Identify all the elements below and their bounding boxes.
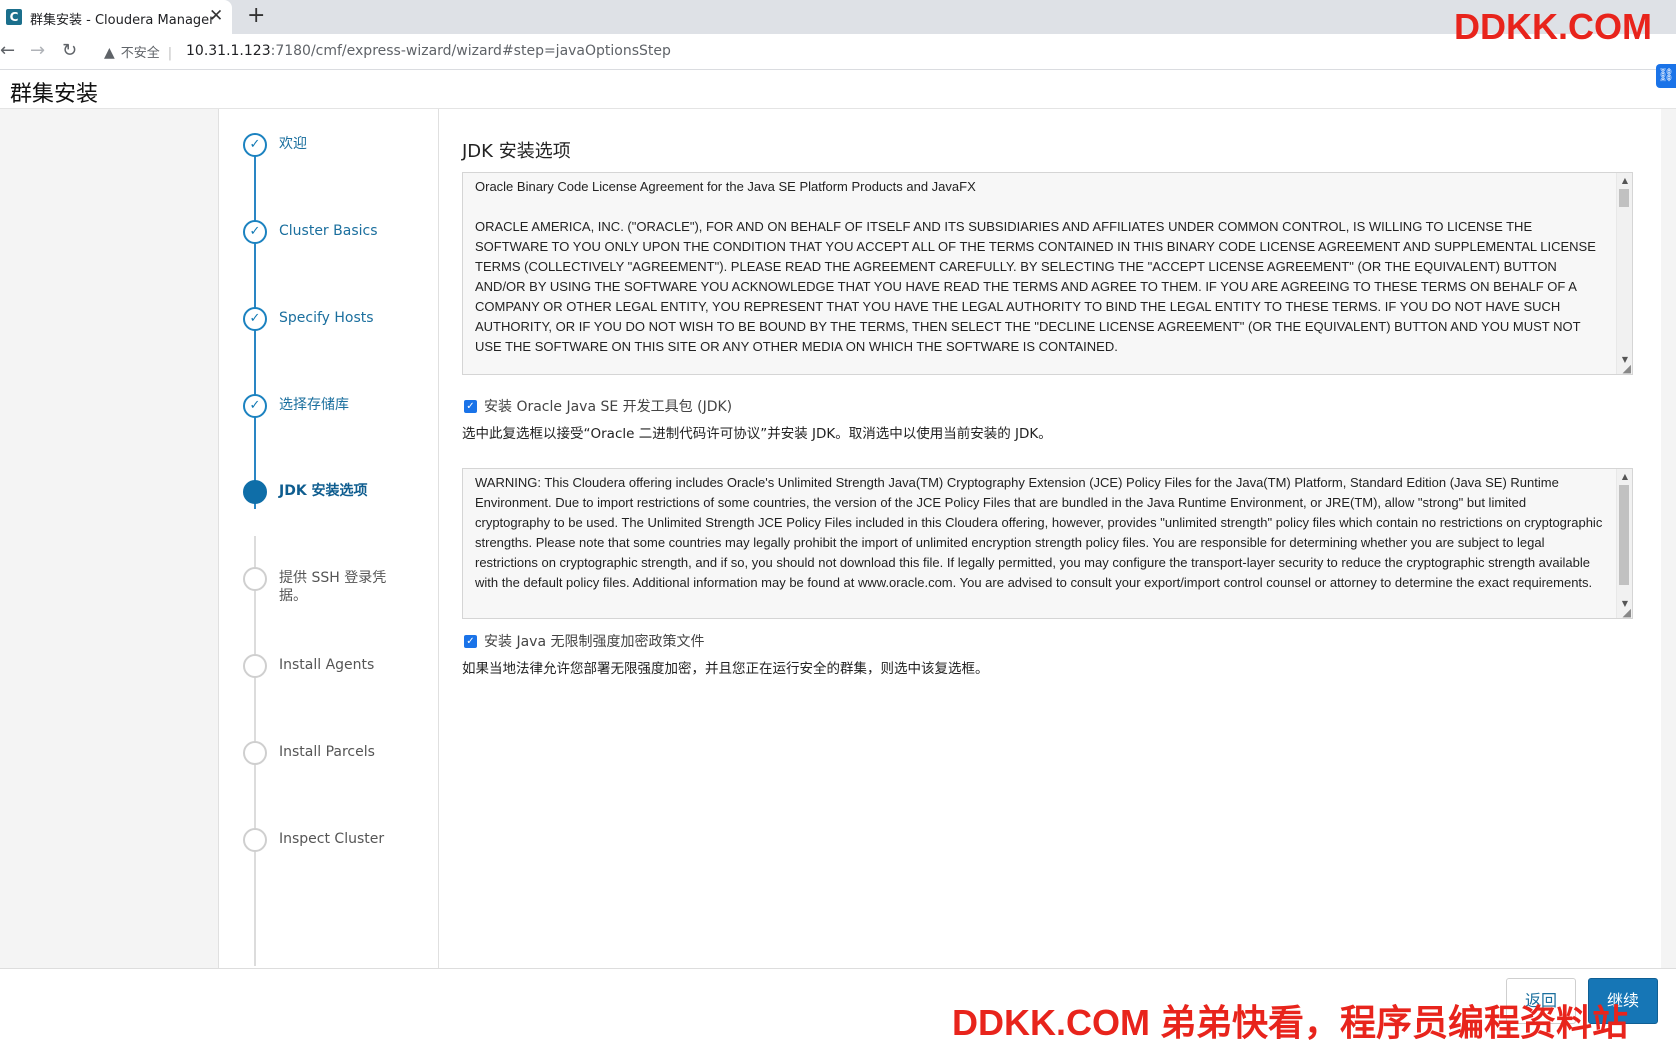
step-cluster-basics[interactable]: ✓ Cluster Basics (219, 220, 439, 260)
step-label: Inspect Cluster (279, 831, 385, 847)
main-content: JDK 安装选项 Oracle Binary Code License Agre… (439, 109, 1661, 969)
step-label: 欢迎 (279, 136, 307, 152)
scroll-up-icon[interactable]: ▲ (1622, 472, 1628, 481)
step-install-agents[interactable]: Install Agents (219, 654, 439, 694)
jce-help-text: 如果当地法律允许您部署无限强度加密，并且您正在运行安全的群集，则选中该复选框。 (462, 661, 989, 677)
step-label: Cluster Basics (279, 223, 378, 239)
jdk-help-text: 选中此复选框以接受“Oracle 二进制代码许可协议”并安装 JDK。取消选中以… (462, 426, 1052, 442)
jce-text: WARNING: This Cloudera offering includes… (475, 475, 1606, 590)
scroll-thumb[interactable] (1619, 485, 1629, 585)
new-tab-icon[interactable]: + (247, 3, 265, 28)
scrollbar[interactable]: ▲ ▼ (1616, 469, 1632, 618)
license-text: Oracle Binary Code License Agreement for… (475, 179, 1596, 354)
pending-step-icon (243, 567, 267, 591)
jce-textarea[interactable]: WARNING: This Cloudera offering includes… (462, 468, 1633, 619)
step-label: JDK 安装选项 (279, 483, 368, 499)
back-arrow-icon[interactable]: ← (0, 40, 15, 61)
step-label: Specify Hosts (279, 310, 374, 326)
divider: | (167, 46, 173, 61)
step-ssh-credentials[interactable]: 提供 SSH 登录凭据。 (219, 567, 439, 607)
check-icon: ✓ (243, 307, 267, 331)
url-path: :7180/cmf/express-wizard/wizard#step=jav… (270, 43, 671, 59)
url-host: 10.31.1.123 (186, 43, 271, 59)
left-gutter (0, 109, 218, 969)
browser-tab[interactable]: C 群集安装 - Cloudera Manager ✕ (0, 0, 232, 34)
jdk-install-checkbox-row[interactable]: ✓ 安装 Oracle Java SE 开发工具包 (JDK) (464, 396, 732, 416)
page-title: 群集安装 (10, 82, 99, 107)
pending-step-icon (243, 741, 267, 765)
forward-arrow-icon[interactable]: → (30, 40, 45, 61)
scroll-up-icon[interactable]: ▲ (1622, 176, 1628, 185)
step-select-repository[interactable]: ✓ 选择存储库 (219, 394, 439, 434)
check-icon: ✓ (243, 133, 267, 157)
wizard-steps: ✓ 欢迎 ✓ Cluster Basics ✓ Specify Hosts ✓ … (218, 109, 439, 969)
footer-divider (0, 968, 1676, 969)
browser-toolbar: ← → ↻ ▲ 不安全 | 10.31.1.123:7180/cmf/express… (0, 34, 1676, 70)
pending-step-icon (243, 828, 267, 852)
right-gutter (1661, 109, 1676, 969)
check-icon: ✓ (243, 220, 267, 244)
license-textarea[interactable]: Oracle Binary Code License Agreement for… (462, 172, 1633, 375)
pending-step-icon (243, 654, 267, 678)
checkbox-label: 安装 Java 无限制强度加密政策文件 (484, 634, 705, 650)
step-jdk-options[interactable]: JDK 安装选项 (219, 480, 439, 520)
step-inspect-cluster[interactable]: Inspect Cluster (219, 828, 439, 868)
resize-grip-icon[interactable]: ◢ (1623, 607, 1631, 618)
close-icon[interactable]: ✕ (209, 6, 223, 26)
warning-icon: ▲ (104, 45, 115, 61)
extension-icon[interactable]: ⛓ (1656, 64, 1676, 88)
tab-title: 群集安装 - Cloudera Manager (30, 13, 215, 28)
step-specify-hosts[interactable]: ✓ Specify Hosts (219, 307, 439, 347)
jce-install-checkbox-row[interactable]: ✓ 安装 Java 无限制强度加密政策文件 (464, 631, 704, 651)
check-icon: ✓ (243, 394, 267, 418)
section-title: JDK 安装选项 (462, 141, 571, 162)
scrollbar[interactable]: ▲ ▼ (1616, 173, 1632, 374)
current-step-dot-icon (243, 480, 267, 504)
resize-grip-icon[interactable]: ◢ (1623, 363, 1631, 374)
watermark-bottom: DDKK.COM 弟弟快看，程序员编程资料站 (952, 1002, 1628, 1043)
step-label: 提供 SSH 登录凭据。 (279, 570, 387, 604)
jce-install-checkbox[interactable]: ✓ (464, 634, 477, 648)
cloudera-favicon-icon: C (6, 9, 22, 25)
address-bar[interactable]: 10.31.1.123:7180/cmf/express-wizard/wiza… (186, 43, 671, 59)
browser-tab-bar: C 群集安装 - Cloudera Manager ✕ + (0, 0, 1676, 34)
checkbox-label: 安装 Oracle Java SE 开发工具包 (JDK) (484, 399, 733, 415)
step-install-parcels[interactable]: Install Parcels (219, 741, 439, 781)
step-welcome[interactable]: ✓ 欢迎 (219, 133, 439, 173)
step-label: Install Agents (279, 657, 375, 673)
watermark-top: DDKK.COM (1454, 6, 1652, 47)
scroll-thumb[interactable] (1619, 189, 1629, 207)
security-indicator[interactable]: ▲ 不安全 | (104, 42, 172, 61)
jdk-install-checkbox[interactable]: ✓ (464, 399, 477, 413)
security-label: 不安全 (120, 46, 160, 61)
step-label: Install Parcels (279, 744, 375, 760)
reload-icon[interactable]: ↻ (62, 40, 77, 61)
step-label: 选择存储库 (279, 397, 349, 413)
